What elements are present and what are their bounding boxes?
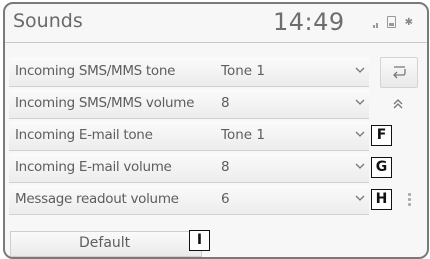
callout-label-f: F xyxy=(371,125,392,146)
back-arrow-icon xyxy=(393,66,406,79)
sounds-screen: Sounds 14:49 ✱ Incoming SMS/MMS tone Ton… xyxy=(3,2,429,259)
header: Sounds 14:49 ✱ xyxy=(5,4,427,40)
default-button[interactable]: Default xyxy=(10,231,202,257)
scroll-up-button[interactable] xyxy=(380,89,418,120)
clock: 14:49 xyxy=(273,8,345,36)
default-button-label: Default xyxy=(79,235,131,251)
setting-row-readout-volume[interactable]: Message readout volume 6 H xyxy=(5,185,427,215)
scrollbar-indicator xyxy=(408,193,412,208)
setting-value: 6 xyxy=(221,191,230,207)
callout-label-g: G xyxy=(371,157,392,178)
setting-label: Incoming SMS/MMS volume xyxy=(15,95,195,111)
setting-value: 8 xyxy=(221,95,230,111)
bluetooth-icon: ✱ xyxy=(404,17,413,28)
setting-row-sms-volume[interactable]: Incoming SMS/MMS volume 8 xyxy=(5,89,427,120)
callout-label-h: H xyxy=(371,189,392,210)
chevron-down-icon xyxy=(355,99,365,105)
setting-label: Message readout volume xyxy=(15,191,179,207)
setting-label: Incoming SMS/MMS tone xyxy=(15,63,176,79)
back-button[interactable] xyxy=(380,57,418,88)
chevron-down-icon xyxy=(355,163,365,169)
header-divider xyxy=(5,42,427,43)
chevron-down-icon xyxy=(355,195,365,201)
setting-value: Tone 1 xyxy=(221,63,265,79)
chevron-down-icon xyxy=(355,67,365,73)
callout-label-i: I xyxy=(189,230,210,251)
setting-value: 8 xyxy=(221,159,230,175)
signal-icon xyxy=(372,23,378,28)
battery-icon xyxy=(386,16,396,28)
settings-list: Incoming SMS/MMS tone Tone 1 Incoming SM… xyxy=(5,57,427,217)
page-title: Sounds xyxy=(13,10,83,32)
status-bar: ✱ xyxy=(372,16,413,28)
setting-row-email-tone[interactable]: Incoming E-mail tone Tone 1 F xyxy=(5,121,427,151)
setting-label: Incoming E-mail volume xyxy=(15,159,172,175)
setting-value: Tone 1 xyxy=(221,127,265,143)
setting-row-email-volume[interactable]: Incoming E-mail volume 8 G xyxy=(5,153,427,183)
setting-label: Incoming E-mail tone xyxy=(15,127,153,143)
double-chevron-up-icon xyxy=(393,99,403,109)
setting-row-sms-tone[interactable]: Incoming SMS/MMS tone Tone 1 xyxy=(5,57,427,88)
chevron-down-icon xyxy=(355,131,365,137)
